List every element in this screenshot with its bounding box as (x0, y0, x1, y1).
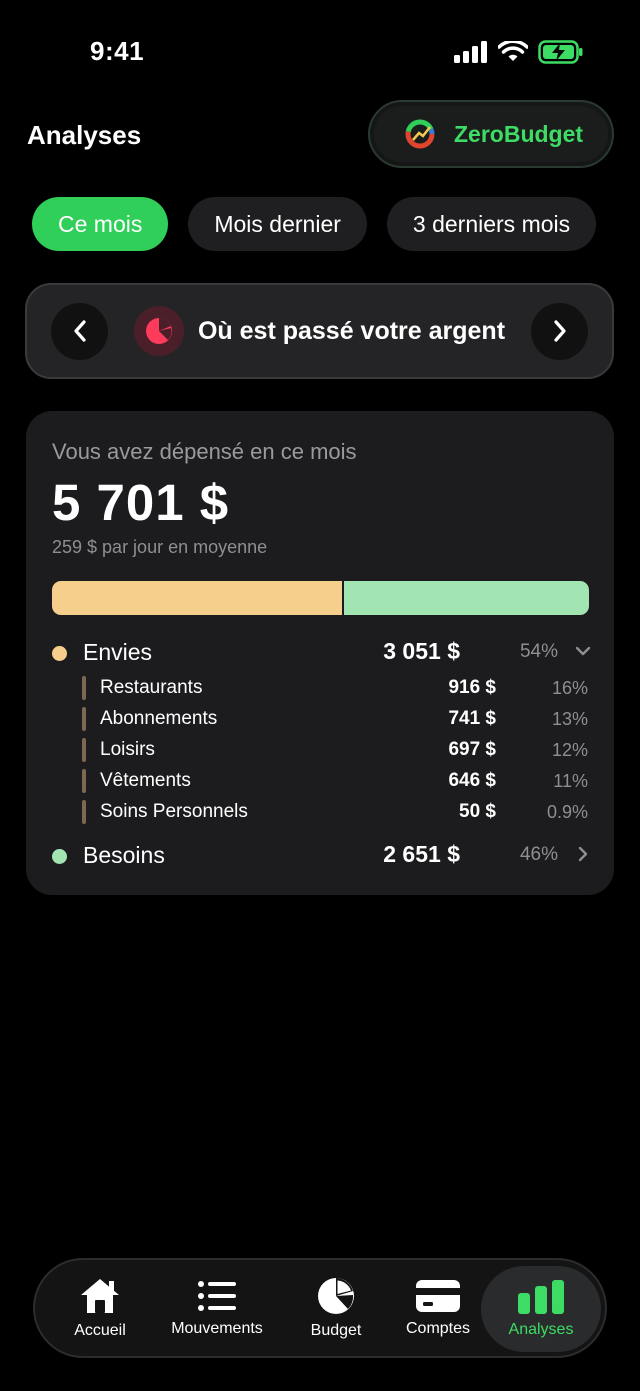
category-percent: 11% (553, 771, 588, 791)
chevron-right-icon (553, 320, 566, 342)
chevron-left-icon (73, 320, 86, 342)
total-spent: 5 701 $ (52, 474, 230, 531)
category-percent: 0.9% (546, 802, 588, 822)
nav-label: Mouvements (171, 1320, 263, 1337)
zerobudget-logo-icon (405, 119, 435, 149)
battery-charging-icon (538, 40, 583, 64)
list-icon (198, 1281, 236, 1311)
group-percent: 46% (519, 844, 558, 865)
pie-chart-badge (133, 306, 184, 356)
category-row[interactable]: Loisirs 697 $ 12% (26, 737, 614, 765)
bottom-tab-bar: Accueil Mouvements Budget Comptes Analys… (33, 1258, 607, 1358)
pie-chart-icon (145, 318, 172, 344)
chevron-right-icon (578, 846, 588, 862)
category-name: Abonnements (100, 708, 218, 729)
category-indent-line (82, 676, 86, 700)
group-percent: 54% (519, 641, 558, 662)
category-row[interactable]: Abonnements 741 $ 13% (26, 706, 614, 734)
pie-chart-icon (318, 1278, 354, 1314)
tab-last-month[interactable]: Mois dernier (188, 197, 367, 251)
wifi-icon (498, 41, 528, 61)
category-percent: 12% (551, 740, 588, 760)
nav-label: Analyses (508, 1321, 574, 1338)
nav-budget[interactable]: Budget (291, 1260, 381, 1356)
category-name: Restaurants (100, 677, 203, 698)
page-title: Analyses (27, 120, 142, 150)
group-dot (52, 646, 67, 661)
status-bar: 9:41 (0, 0, 640, 100)
category-name: Vêtements (100, 770, 191, 791)
status-icons (454, 40, 584, 64)
nav-comptes[interactable]: Comptes (393, 1260, 483, 1356)
card-icon (416, 1280, 460, 1312)
period-tabs: Ce mois Mois dernier 3 derniers mois (32, 197, 614, 253)
category-amount: 646 $ (448, 770, 496, 791)
signal-icon (454, 41, 487, 63)
category-indent-line (82, 769, 86, 793)
category-indent-line (82, 707, 86, 731)
category-amount: 50 $ (459, 801, 496, 822)
chevron-down-icon (575, 646, 591, 656)
spending-subtitle: Vous avez dépensé en ce mois (52, 439, 357, 464)
tab-this-month[interactable]: Ce mois (32, 197, 169, 251)
category-percent: 13% (551, 709, 588, 729)
category-amount: 741 $ (448, 708, 496, 729)
category-indent-line (82, 738, 86, 762)
group-row-besoins[interactable]: Besoins 2 651 $ 46% (26, 838, 614, 874)
group-name: Envies (83, 639, 153, 665)
nav-label: Budget (310, 1322, 362, 1339)
nav-mouvements[interactable]: Mouvements (159, 1260, 275, 1356)
carousel-title: Où est passé votre argent (197, 316, 506, 345)
nav-label: Comptes (405, 1320, 471, 1337)
previous-button[interactable] (51, 302, 108, 360)
spending-card: Vous avez dépensé en ce mois 5 701 $ 259… (26, 411, 614, 895)
category-amount: 916 $ (448, 677, 496, 698)
brand-badge[interactable]: ZeroBudget (368, 100, 614, 168)
nav-label: Accueil (74, 1322, 126, 1339)
category-row[interactable]: Soins Personnels 50 $ 0.9% (26, 799, 614, 827)
category-name: Soins Personnels (100, 801, 248, 822)
home-icon (81, 1279, 119, 1313)
daily-average: 259 $ par jour en moyenne (52, 537, 268, 557)
bar-segment-envies (52, 581, 342, 615)
category-percent: 16% (551, 678, 588, 698)
next-button[interactable] (531, 302, 588, 360)
group-row-envies[interactable]: Envies 3 051 $ 54% (26, 635, 614, 671)
category-amount: 697 $ (448, 739, 496, 760)
status-time: 9:41 (90, 36, 145, 66)
category-row[interactable]: Restaurants 916 $ 16% (26, 675, 614, 703)
bar-chart-icon (518, 1280, 564, 1314)
category-indent-line (82, 800, 86, 824)
category-name: Loisirs (100, 739, 155, 760)
group-amount: 2 651 $ (383, 841, 460, 867)
category-row[interactable]: Vêtements 646 $ 11% (26, 768, 614, 796)
nav-accueil[interactable]: Accueil (55, 1260, 145, 1356)
bar-segment-besoins (343, 581, 589, 615)
group-dot (52, 849, 67, 864)
split-bar (52, 581, 589, 615)
group-amount: 3 051 $ (383, 638, 460, 664)
tab-last-3-months[interactable]: 3 derniers mois (386, 197, 597, 251)
nav-analyses[interactable]: Analyses (481, 1266, 601, 1352)
brand-name: ZeroBudget (454, 120, 584, 147)
insight-carousel: Où est passé votre argent (25, 283, 614, 379)
group-name: Besoins (83, 842, 165, 868)
